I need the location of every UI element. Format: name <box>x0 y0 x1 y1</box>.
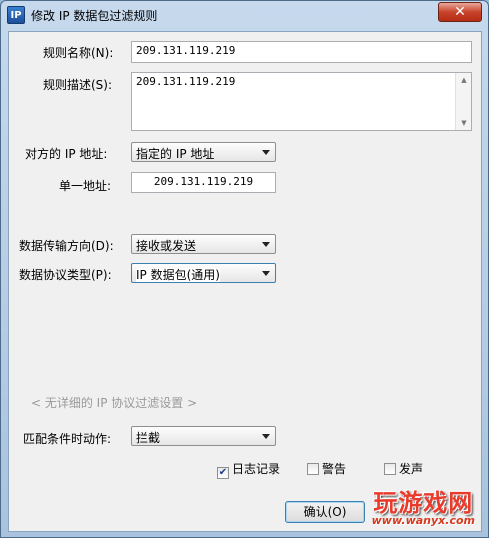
watermark-url: www.wanyx.com <box>371 514 475 527</box>
dialog-window: IP 修改 IP 数据包过滤规则 ✕ 规则名称(N): 209.131.119.… <box>0 0 489 538</box>
dialog-body: 规则名称(N): 209.131.119.219 规则描述(S): 209.13… <box>8 31 482 532</box>
watermark-title: 玩游戏网 <box>373 489 474 517</box>
protocol-detail-placeholder: < 无详细的 IP 协议过滤设置 > <box>31 396 198 410</box>
direction-select[interactable]: 接收或发送 <box>131 234 276 254</box>
chevron-down-icon <box>262 434 270 439</box>
chevron-down-icon <box>262 271 270 276</box>
single-address-input[interactable]: 209.131.119.219 <box>131 172 276 193</box>
scroll-up-icon[interactable]: ▲ <box>456 73 472 87</box>
rule-desc-text: 209.131.119.219 <box>136 75 236 88</box>
rule-desc-scrollbar[interactable]: ▲ ▼ <box>455 73 471 130</box>
rule-name-label: 规则名称(N): <box>43 46 114 60</box>
alert-label: 警告 <box>322 462 347 476</box>
protocol-select[interactable]: IP 数据包(通用) <box>131 263 276 283</box>
remote-ip-select[interactable]: 指定的 IP 地址 <box>131 142 276 162</box>
direction-label: 数据传输方向(D): <box>19 239 114 253</box>
action-select[interactable]: 拦截 <box>131 426 276 446</box>
sound-label: 发声 <box>399 462 424 476</box>
alert-checkbox[interactable]: 警告 <box>307 460 346 477</box>
close-button[interactable]: ✕ <box>438 2 482 22</box>
rule-name-input[interactable]: 209.131.119.219 <box>131 41 472 63</box>
log-label: 日志记录 <box>232 462 281 476</box>
checkmark-icon: ✔ <box>217 467 229 479</box>
rule-desc-label: 规则描述(S): <box>43 78 113 92</box>
ok-button[interactable]: 确认(O) <box>285 501 365 523</box>
action-label: 匹配条件时动作: <box>23 432 112 446</box>
protocol-label: 数据协议类型(P): <box>19 268 112 282</box>
action-selected: 拦截 <box>136 431 161 445</box>
log-checkbox[interactable]: ✔ 日志记录 <box>217 460 280 479</box>
checkbox-icon <box>384 463 396 475</box>
scroll-down-icon[interactable]: ▼ <box>456 116 472 130</box>
ip-app-icon: IP <box>7 6 25 24</box>
rule-desc-textarea[interactable]: 209.131.119.219 ▲ ▼ <box>131 72 472 131</box>
chevron-down-icon <box>262 150 270 155</box>
chevron-down-icon <box>262 242 270 247</box>
direction-selected: 接收或发送 <box>136 239 197 253</box>
site-watermark-logo: 玩游戏网 www.wanyx.com <box>372 483 475 527</box>
remote-ip-selected: 指定的 IP 地址 <box>136 147 215 161</box>
sound-checkbox[interactable]: 发声 <box>384 460 423 477</box>
checkbox-icon <box>307 463 319 475</box>
protocol-selected: IP 数据包(通用) <box>136 268 220 282</box>
title-bar[interactable]: IP 修改 IP 数据包过滤规则 ✕ <box>1 1 488 29</box>
single-address-label: 单一地址: <box>59 179 112 193</box>
remote-ip-label: 对方的 IP 地址: <box>25 147 108 161</box>
window-title: 修改 IP 数据包过滤规则 <box>31 9 158 23</box>
